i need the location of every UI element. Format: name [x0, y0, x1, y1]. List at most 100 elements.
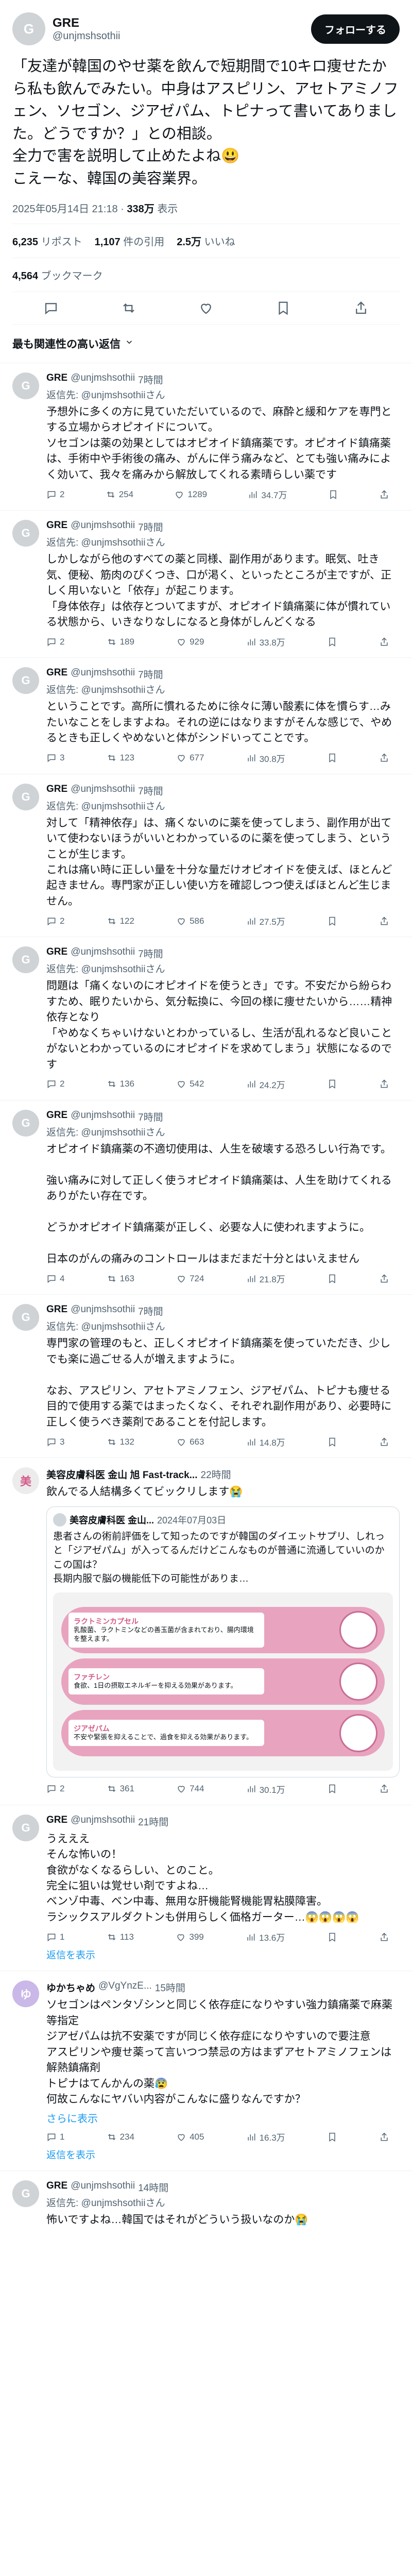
reply-button[interactable]: 3 [46, 1435, 64, 1448]
reply-icon[interactable] [43, 300, 59, 316]
like-button[interactable]: 399 [176, 1930, 204, 1943]
bookmark-button[interactable] [327, 1930, 337, 1943]
share-button[interactable] [379, 752, 389, 765]
bookmarks-stat[interactable]: 4,564 ブックマーク [12, 258, 400, 292]
reply-time[interactable]: 15時間 [155, 1980, 185, 1994]
author-handle[interactable]: @unjmshsothii [53, 30, 120, 42]
repost-button[interactable]: 163 [107, 1272, 134, 1285]
views-button[interactable]: 21.8万 [246, 1272, 285, 1285]
thread-reply[interactable]: G GRE @unjmshsothii 7時間 返信先: @unjmshsothiiさん… [0, 937, 412, 1100]
reply-button[interactable]: 2 [46, 1078, 64, 1091]
views-button[interactable]: 33.8万 [246, 635, 285, 648]
reply-to[interactable]: 返信先: @unjmshsothiiさん [46, 799, 400, 812]
share-button[interactable] [379, 488, 389, 501]
quotes-stat[interactable]: 1,107 件の引用 [95, 233, 165, 248]
reply-to[interactable]: 返信先: @unjmshsothiiさん [46, 961, 400, 975]
reply-time[interactable]: 7時間 [138, 784, 163, 798]
reply-author-handle[interactable]: @unjmshsothii [71, 784, 135, 798]
share-button[interactable] [379, 1783, 389, 1795]
reply-author-name[interactable]: GRE [46, 946, 67, 960]
reply-author-handle[interactable]: @unjmshsothii [71, 667, 135, 681]
views-button[interactable]: 34.7万 [248, 488, 287, 501]
share-button[interactable] [379, 1272, 389, 1285]
avatar[interactable]: G [12, 12, 45, 45]
reply-button[interactable]: 3 [46, 752, 64, 765]
avatar[interactable]: ゆ [12, 1980, 39, 2008]
reply-last[interactable]: G GRE @unjmshsothii 14時間 返信先: @unjmshsot… [0, 2171, 412, 2237]
reply-author-name[interactable]: GRE [46, 1815, 67, 1828]
show-replies-link[interactable]: 返信を表示 [46, 1947, 400, 1961]
views-button[interactable]: 30.8万 [246, 752, 285, 765]
reply-time[interactable]: 7時間 [138, 667, 163, 681]
bookmark-button[interactable] [327, 2130, 337, 2143]
views-button[interactable]: 30.1万 [246, 1783, 285, 1795]
bookmark-button[interactable] [327, 1272, 337, 1285]
reply-author-name[interactable]: 美容皮膚科医 金山 旭 Fast-track... [46, 1467, 198, 1481]
thread-reply[interactable]: G GRE @unjmshsothii 7時間 返信先: @unjmshsothiiさん… [0, 511, 412, 658]
quoted-tweet[interactable]: 美容皮膚科医 金山... 2024年07月03日 患者さんの術前評価をして知った… [46, 1506, 400, 1777]
reply-to[interactable]: 返信先: @unjmshsothiiさん [46, 535, 400, 549]
reply-author-name[interactable]: GRE [46, 784, 67, 798]
views-button[interactable]: 27.5万 [246, 914, 285, 927]
show-more-link[interactable]: さらに表示 [46, 2110, 400, 2125]
repost-button[interactable]: 189 [107, 635, 134, 648]
views-button[interactable]: 13.6万 [246, 1930, 285, 1943]
tweet-time[interactable]: 2025年05月14日 21:18 [12, 204, 118, 215]
reply-author-handle[interactable]: @unjmshsothii [71, 946, 135, 960]
reply-time[interactable]: 21時間 [138, 1815, 168, 1828]
reply-button[interactable]: 2 [46, 635, 64, 648]
reply-time[interactable]: 7時間 [138, 946, 163, 960]
like-button[interactable]: 744 [176, 1783, 204, 1795]
like-button[interactable]: 1289 [174, 488, 207, 501]
avatar[interactable]: G [12, 946, 39, 974]
views-button[interactable]: 24.2万 [246, 1078, 285, 1091]
reply-time[interactable]: 7時間 [138, 520, 163, 534]
avatar[interactable]: G [12, 1304, 39, 1331]
avatar[interactable]: G [12, 2180, 39, 2208]
reply-author-handle[interactable]: @unjmshsothii [71, 2180, 135, 2194]
repost-button[interactable]: 113 [107, 1930, 134, 1943]
show-replies-link[interactable]: 返信を表示 [46, 2147, 400, 2161]
reply-to[interactable]: 返信先: @unjmshsothiiさん [46, 1319, 400, 1333]
author-name[interactable]: GRE [53, 16, 120, 30]
reply-author-handle[interactable]: @unjmshsothii [71, 372, 135, 386]
reply-author-name[interactable]: GRE [46, 667, 67, 681]
reply-author-handle[interactable]: @unjmshsothii [71, 1304, 135, 1318]
avatar[interactable]: G [12, 520, 39, 547]
bookmark-button[interactable] [327, 1078, 337, 1091]
like-button[interactable]: 724 [176, 1272, 204, 1285]
repost-button[interactable]: 132 [107, 1435, 134, 1448]
thread-reply[interactable]: G GRE @unjmshsothii 7時間 返信先: @unjmshsothiiさん… [0, 1100, 412, 1295]
reply-author-name[interactable]: GRE [46, 1110, 67, 1124]
views-button[interactable]: 14.8万 [246, 1435, 285, 1448]
repost-button[interactable]: 123 [107, 752, 134, 765]
views-button[interactable]: 16.3万 [246, 2130, 285, 2143]
reply-time[interactable]: 7時間 [138, 1110, 163, 1124]
reply-sort-selector[interactable]: 最も関連性の高い返信 [0, 325, 412, 363]
reply-author-name[interactable]: GRE [46, 372, 67, 386]
thread-reply[interactable]: G GRE @unjmshsothii 7時間 返信先: @unjmshsothiiさん… [0, 363, 412, 511]
reply-button[interactable]: 2 [46, 1783, 64, 1795]
share-button[interactable] [379, 1930, 389, 1943]
bookmark-button[interactable] [327, 752, 337, 765]
repost-button[interactable]: 122 [107, 914, 134, 927]
reply-other-1[interactable]: G GRE @unjmshsothii 21時間 うえええ そんな怖いの！ 食欲… [0, 1805, 412, 1972]
repost-button[interactable]: 361 [107, 1783, 134, 1795]
bookmark-button[interactable] [327, 635, 337, 648]
share-button[interactable] [379, 1078, 389, 1091]
likes-stat[interactable]: 2.5万 いいね [177, 233, 235, 248]
share-button[interactable] [379, 914, 389, 927]
avatar[interactable]: G [12, 1814, 39, 1841]
like-button[interactable]: 405 [176, 2130, 204, 2143]
reply-button[interactable]: 1 [46, 2130, 64, 2143]
repost-icon[interactable] [121, 300, 136, 316]
share-button[interactable] [379, 1435, 389, 1448]
reply-author-handle[interactable]: @VgYnzE... [98, 1980, 152, 1994]
reply-other-2[interactable]: ゆ ゆかちゃめ @VgYnzE... 15時間 ソセゴンはペンタゾシンと同じく依… [0, 1971, 412, 2172]
share-icon[interactable] [353, 300, 369, 316]
reply-author-name[interactable]: ゆかちゃめ [46, 1980, 95, 1994]
reply-time[interactable]: 7時間 [138, 1304, 163, 1318]
bookmark-button[interactable] [327, 914, 337, 927]
thread-reply[interactable]: G GRE @unjmshsothii 7時間 返信先: @unjmshsothiiさん… [0, 1295, 412, 1459]
reply-to[interactable]: 返信先: @unjmshsothiiさん [46, 387, 400, 401]
